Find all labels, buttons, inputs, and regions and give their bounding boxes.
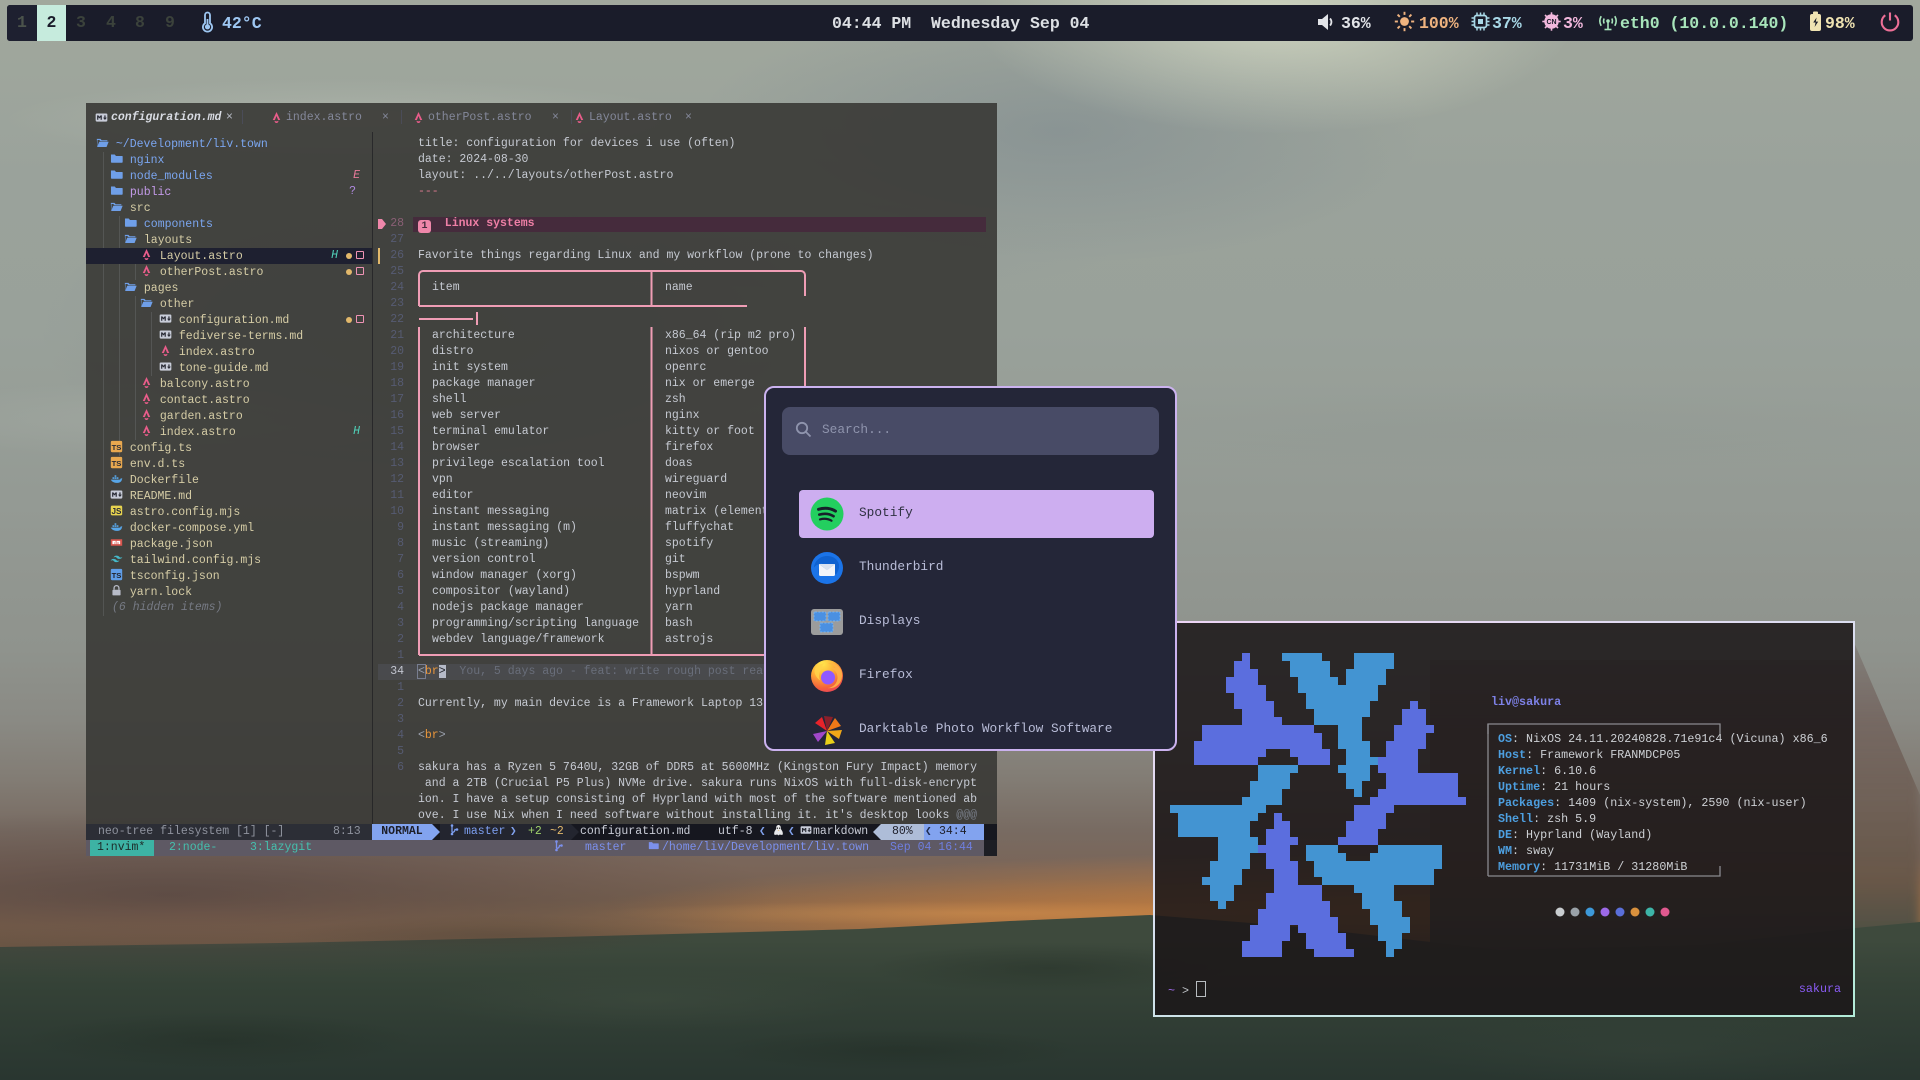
svg-text:TS: TS	[112, 459, 122, 468]
svg-text:TS: TS	[112, 571, 122, 580]
svg-text:CN: CN	[1546, 19, 1556, 26]
svg-text:JS: JS	[112, 507, 123, 516]
svg-text:TS: TS	[112, 443, 122, 452]
